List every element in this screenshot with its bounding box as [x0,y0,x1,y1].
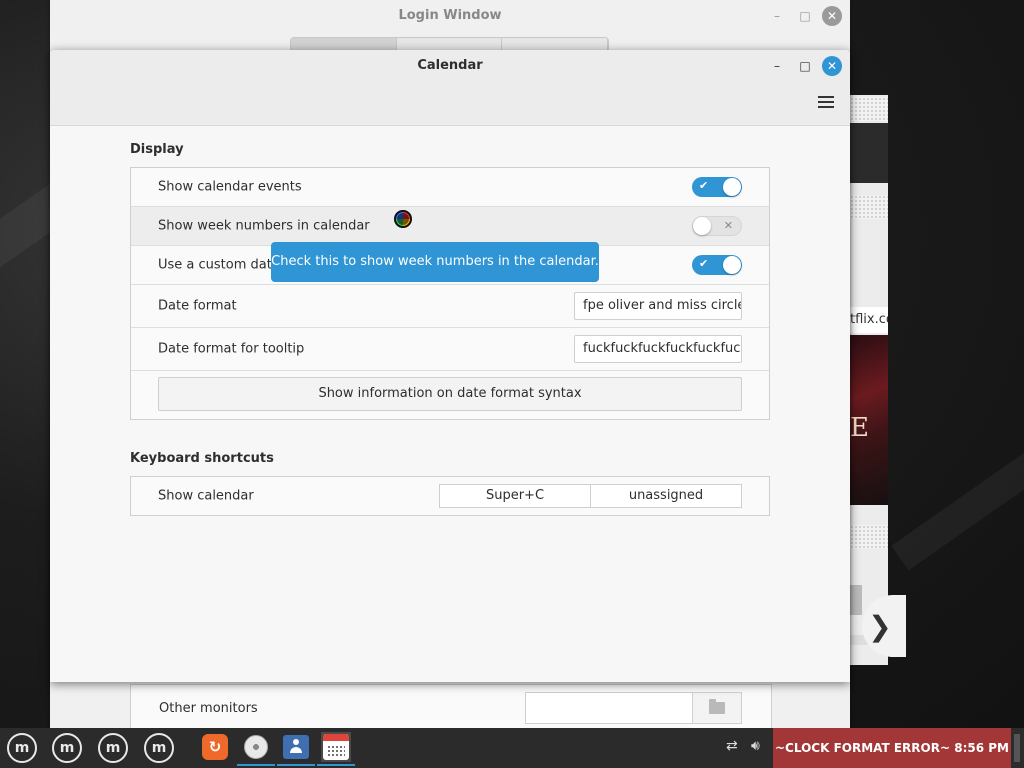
browser-scroll-bar[interactable] [850,585,862,615]
poster-letter: E [850,413,869,443]
show-events-switch[interactable]: ✔ [692,177,742,197]
minimize-icon: – [774,9,780,23]
browser-strip [850,195,888,219]
other-monitors-label: Other monitors [159,701,258,716]
x-icon: ✕ [723,219,733,232]
window-header: Calendar – □ ✕ [50,50,850,126]
other-monitors-row: Other monitors [130,684,772,729]
calendar-window-title: Calendar [417,58,483,73]
week-numbers-label: Show week numbers in calendar [158,218,370,234]
login-window-title: Login Window [398,8,502,23]
calendar-settings-window: Calendar – □ ✕ Display Show calendar eve… [50,50,850,682]
login-tabs[interactable] [290,37,609,50]
calendar-icon [323,734,349,760]
folder-icon [709,699,725,714]
background-browser-window[interactable]: tflix.co E [850,95,888,665]
mint-menu-icon[interactable]: m [98,733,128,763]
custom-date-switch[interactable]: ✔ [692,255,742,275]
date-format-input[interactable]: fpe oliver and miss circle v [574,292,742,320]
date-format-row: Date format fpe oliver and miss circle v [131,285,769,328]
check-icon: ✔ [699,179,709,192]
taskbar: m m m m ↻ ⇄ 🔊︎ ~CLOCK FORMAT ERROR~ 8:56… [0,728,1024,768]
minimize-button[interactable]: – [767,56,787,76]
minimize-icon: – [774,59,780,73]
browser-dark-area [850,123,888,183]
show-events-label: Show calendar events [158,179,302,195]
clock-applet[interactable]: ~CLOCK FORMAT ERROR~ 8:56 PM [773,728,1011,768]
syntax-button-row: Show information on date format syntax [131,371,769,419]
mint-menu-icon[interactable]: m [52,733,82,763]
display-settings-group: Show calendar events ✔ Show week numbers… [130,167,770,420]
mint-menu-icon[interactable]: m [7,733,37,763]
maximize-icon: □ [799,59,811,73]
show-calendar-label: Show calendar [158,488,254,504]
calendar-taskbar-button[interactable] [317,732,355,766]
show-desktop-button[interactable] [1014,734,1020,762]
week-numbers-row: Show week numbers in calendar ✕ [131,207,769,246]
poster-image[interactable]: E [850,335,888,505]
network-disconnected-icon[interactable]: ⇄ [726,738,738,754]
user-login-icon [283,735,309,759]
tooltip-format-input[interactable]: fuckfuckfuckfuckfuckfuc [574,335,742,363]
check-icon: ✔ [699,257,709,270]
minimize-button[interactable]: – [767,6,787,26]
firefox-icon: ↻ [202,734,228,760]
close-button[interactable]: ✕ [822,56,842,76]
disc-icon [244,735,268,759]
close-button[interactable]: ✕ [822,6,842,26]
disc-taskbar-button[interactable] [237,732,275,766]
busy-cursor-icon [394,210,412,228]
tab[interactable] [502,38,608,50]
mint-menu-icon[interactable]: m [144,733,174,763]
keyboard-shortcuts-section-title: Keyboard shortcuts [130,451,274,466]
browser-toolbar-strip [850,97,888,121]
login-window-taskbar-button[interactable] [277,732,315,766]
display-section-title: Display [130,142,184,157]
firefox-taskbar-button[interactable]: ↻ [200,732,230,762]
maximize-icon: □ [799,9,811,23]
browser-url-fragment[interactable]: tflix.co [850,307,888,333]
file-chooser-button[interactable] [692,692,742,724]
chevron-right-icon: ❯ [868,609,892,643]
shortcuts-group: Show calendar Super+C unassigned [130,476,770,516]
browser-strip-lower [850,525,888,549]
hamburger-menu-icon[interactable] [818,96,834,108]
close-icon: ✕ [826,59,838,73]
date-format-label: Date format [158,298,237,314]
volume-icon[interactable]: 🔊︎ [751,738,760,754]
show-calendar-shortcut-row: Show calendar Super+C unassigned [131,477,769,515]
tooltip-format-row: Date format for tooltip fuckfuckfuckfuck… [131,328,769,371]
primary-accelerator-button[interactable]: Super+C [439,484,591,508]
other-monitors-field[interactable] [525,692,693,724]
maximize-button[interactable]: □ [795,56,815,76]
secondary-accelerator-button[interactable]: unassigned [590,484,742,508]
close-icon: ✕ [826,9,838,23]
custom-date-label: Use a custom date [158,257,280,273]
maximize-button[interactable]: □ [795,6,815,26]
week-numbers-tooltip: Check this to show week numbers in the c… [271,242,599,282]
show-events-row: Show calendar events ✔ [131,168,769,207]
tooltip-format-label: Date format for tooltip [158,341,305,357]
date-format-syntax-button[interactable]: Show information on date format syntax [158,377,742,411]
tab[interactable] [396,38,503,50]
tab[interactable] [291,38,397,50]
week-numbers-switch[interactable]: ✕ [692,216,742,236]
